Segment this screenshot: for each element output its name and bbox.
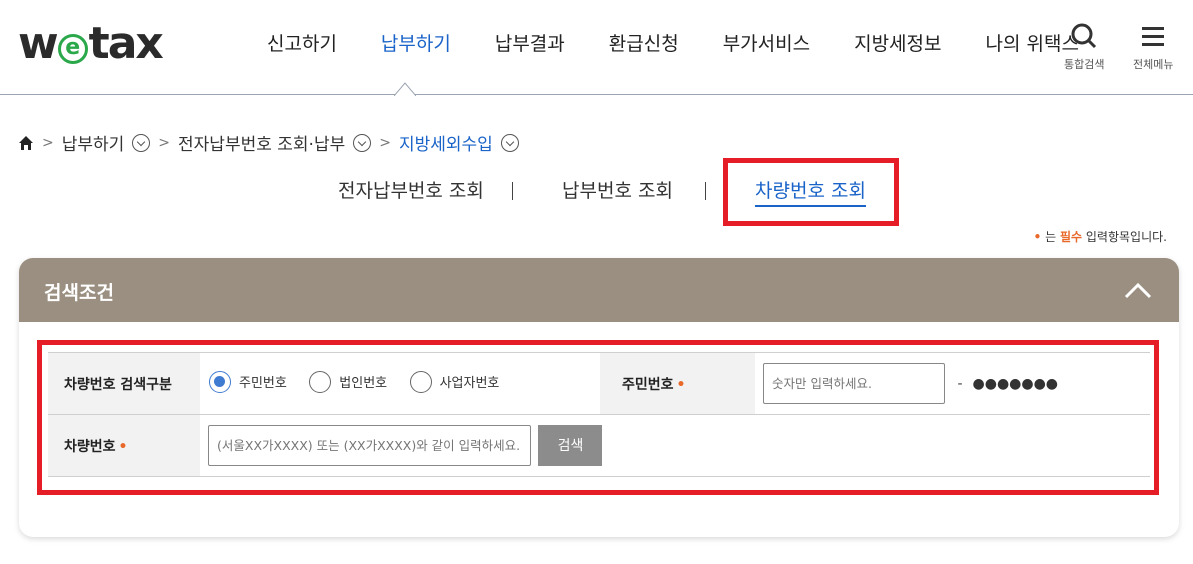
tab-divider bbox=[705, 182, 706, 200]
panel-header: 검색조건 bbox=[19, 258, 1179, 322]
highlight-box-form bbox=[37, 340, 1159, 495]
panel-title: 검색조건 bbox=[44, 282, 114, 304]
breadcrumb-electronic-payment[interactable]: 전자납부번호 조회·납부 bbox=[178, 130, 345, 155]
breadcrumb-separator: > bbox=[379, 134, 391, 151]
logo-e: e bbox=[57, 34, 88, 64]
required-note-tail: 입력항목입니다. bbox=[1082, 230, 1167, 244]
nav-payment[interactable]: 납부하기 bbox=[381, 30, 451, 58]
breadcrumb: > 납부하기 > 전자납부번호 조회·납부 > 지방세외수입 bbox=[18, 130, 519, 155]
tab-payment-number[interactable]: 납부번호 조회 bbox=[562, 176, 673, 203]
breadcrumb-payment[interactable]: 납부하기 bbox=[62, 130, 125, 155]
required-note: • 는 필수 입력항목입니다. bbox=[1034, 228, 1167, 245]
chevron-up-icon[interactable] bbox=[1123, 276, 1153, 306]
required-word: 필수 bbox=[1059, 230, 1083, 244]
main-nav: 신고하기 납부하기 납부결과 환급신청 부가서비스 지방세정보 나의 위택스 bbox=[245, 30, 1079, 58]
nav-report[interactable]: 신고하기 bbox=[267, 30, 337, 58]
chevron-down-icon[interactable] bbox=[353, 133, 372, 152]
home-icon[interactable] bbox=[18, 135, 34, 151]
nav-local-tax-info[interactable]: 지방세정보 bbox=[854, 30, 941, 58]
hamburger-icon bbox=[1142, 27, 1165, 46]
tab-divider bbox=[512, 182, 513, 200]
tab-electronic-payment-number[interactable]: 전자납부번호 조회 bbox=[338, 176, 484, 203]
wetax-logo[interactable]: w e tax bbox=[18, 14, 164, 74]
sub-tabs: 전자납부번호 조회 납부번호 조회 차량번호 조회 bbox=[0, 172, 1193, 212]
menu-label: 전체메뉴 bbox=[1133, 58, 1174, 71]
logo-w: w bbox=[18, 18, 59, 69]
nav-payment-result[interactable]: 납부결과 bbox=[495, 30, 565, 58]
breadcrumb-separator: > bbox=[42, 134, 54, 151]
nav-extra-service[interactable]: 부가서비스 bbox=[723, 30, 810, 58]
logo-tax: tax bbox=[88, 18, 164, 69]
search-label: 통합검색 bbox=[1064, 58, 1105, 71]
integrated-search-button[interactable]: 통합검색 bbox=[1064, 22, 1104, 72]
chevron-down-icon[interactable] bbox=[500, 133, 519, 152]
active-nav-caret bbox=[394, 82, 416, 96]
search-icon bbox=[1071, 23, 1097, 49]
highlight-box-tab bbox=[723, 158, 899, 226]
site-header: w e tax 신고하기 납부하기 납부결과 환급신청 부가서비스 지방세정보 나의… bbox=[0, 0, 1193, 96]
breadcrumb-separator: > bbox=[158, 134, 171, 151]
all-menu-button[interactable]: 전체메뉴 bbox=[1133, 22, 1173, 72]
nav-refund[interactable]: 환급신청 bbox=[609, 30, 679, 58]
chevron-down-icon[interactable] bbox=[132, 133, 151, 152]
breadcrumb-current[interactable]: 지방세외수입 bbox=[399, 130, 493, 155]
required-note-prefix: 는 bbox=[1041, 230, 1060, 244]
